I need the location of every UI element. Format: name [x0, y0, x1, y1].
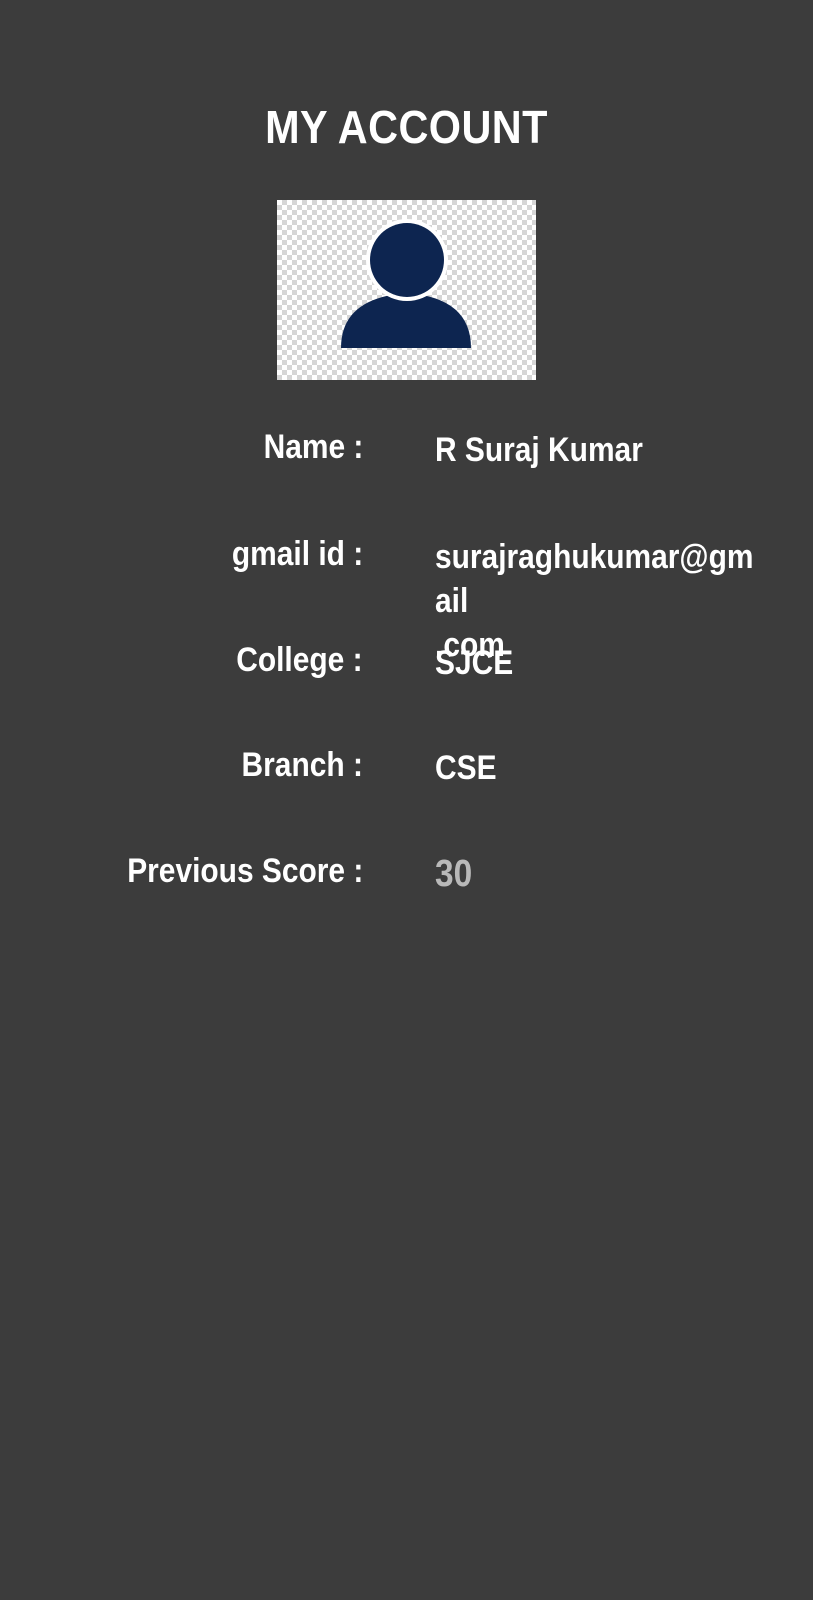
gmail-label: gmail id : — [231, 535, 363, 573]
previous-score-label: Previous Score : — [126, 852, 363, 890]
user-avatar-icon — [341, 219, 471, 348]
branch-value: CSE — [435, 749, 497, 787]
page-title: MY ACCOUNT — [265, 101, 548, 153]
previous-score-value: 30 — [435, 853, 473, 895]
name-label: Name : — [263, 428, 363, 466]
gmail-value-line1: surajraghukumar@gmail — [435, 538, 754, 620]
name-value: R Suraj Kumar — [435, 431, 643, 469]
college-label: College : — [236, 641, 363, 679]
avatar — [277, 200, 536, 380]
branch-label: Branch : — [241, 746, 363, 784]
college-value: SJCE — [435, 644, 514, 682]
